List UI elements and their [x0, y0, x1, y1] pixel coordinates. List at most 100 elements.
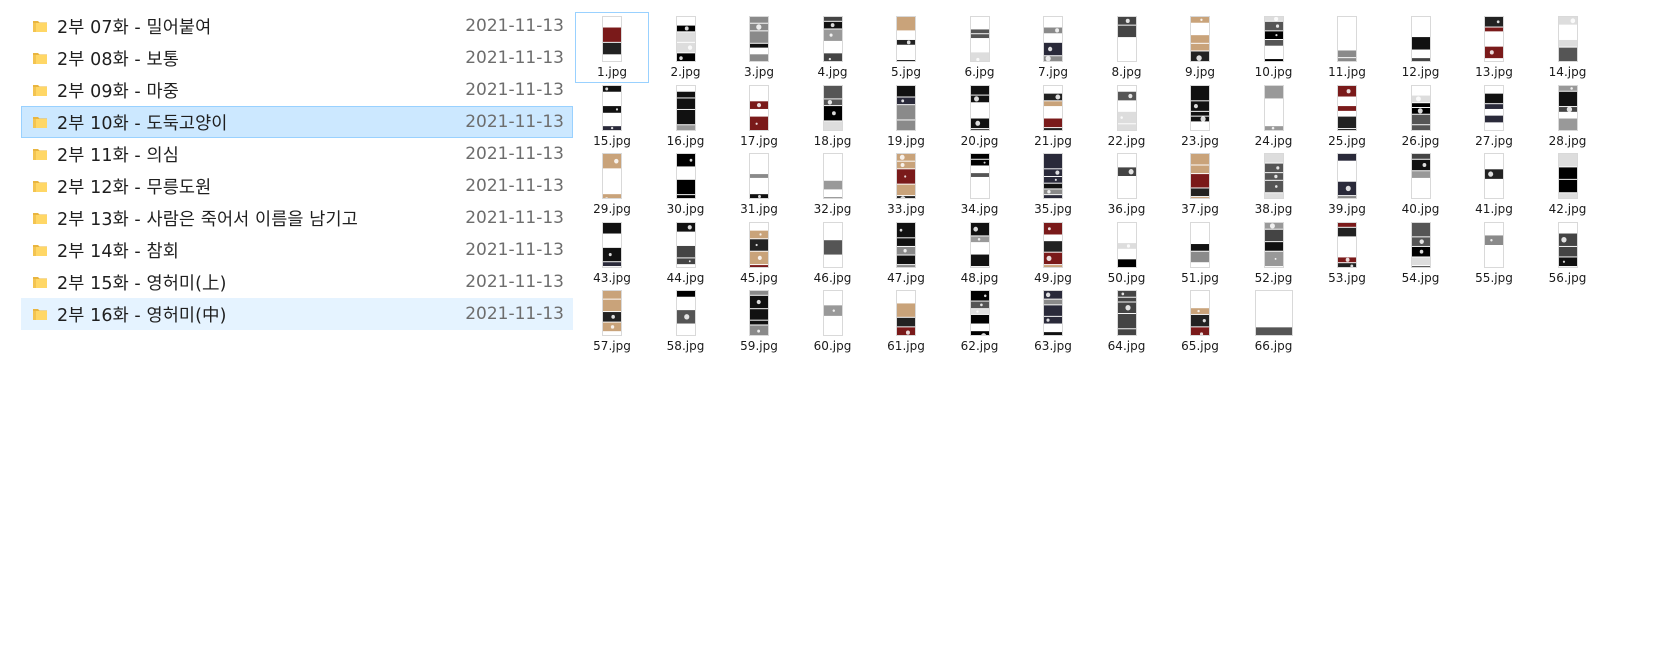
file-thumbnail-item[interactable]: 61.jpg	[869, 286, 943, 357]
file-thumbnail-item[interactable]: 1.jpg	[575, 12, 649, 83]
file-name-label: 17.jpg	[740, 133, 778, 148]
file-thumbnail-item[interactable]: 32.jpg	[796, 149, 870, 220]
folder-row[interactable]: 2부 13화 - 사람은 죽어서 이름을 남기고 2021-11-13	[21, 202, 573, 234]
file-thumbnail-item[interactable]: 41.jpg	[1457, 149, 1531, 220]
file-thumbnail-item[interactable]: 44.jpg	[649, 218, 723, 289]
file-thumbnail-item[interactable]: 17.jpg	[722, 81, 796, 152]
image-thumbnail	[602, 153, 622, 199]
file-thumbnail-item[interactable]: 11.jpg	[1310, 12, 1384, 83]
file-thumbnail-item[interactable]: 33.jpg	[869, 149, 943, 220]
file-thumbnail-item[interactable]: 52.jpg	[1237, 218, 1311, 289]
file-thumbnail-item[interactable]: 64.jpg	[1090, 286, 1164, 357]
file-thumbnail-item[interactable]: 13.jpg	[1457, 12, 1531, 83]
file-thumbnail-item[interactable]: 36.jpg	[1090, 149, 1164, 220]
file-explorer-window: 2부 07화 - 밀어붙여 2021-11-13 2부 08화 - 보통 2021-1…	[0, 0, 1672, 648]
file-name-label: 16.jpg	[666, 133, 705, 148]
file-thumbnail-item[interactable]: 62.jpg	[943, 286, 1017, 357]
file-thumbnail-item[interactable]: 25.jpg	[1310, 81, 1384, 152]
file-name-label: 27.jpg	[1475, 133, 1513, 148]
file-thumbnail-item[interactable]: 18.jpg	[796, 81, 870, 152]
file-thumbnail-item[interactable]: 31.jpg	[722, 149, 796, 220]
file-thumbnail-item[interactable]: 26.jpg	[1384, 81, 1458, 152]
file-thumbnail-item[interactable]: 19.jpg	[869, 81, 943, 152]
file-name-label: 65.jpg	[1181, 339, 1219, 353]
file-thumbnail-item[interactable]: 49.jpg	[1016, 218, 1090, 289]
folder-row[interactable]: 2부 09화 - 마중 2021-11-13	[21, 74, 573, 106]
file-thumbnail-item[interactable]: 42.jpg	[1531, 149, 1605, 220]
file-thumbnail-item[interactable]: 23.jpg	[1163, 81, 1237, 152]
file-thumbnail-item[interactable]: 3.jpg	[722, 12, 796, 83]
folder-row[interactable]: 2부 16화 - 영허미(中) 2021-11-13	[21, 298, 573, 330]
file-thumbnail-item[interactable]: 12.jpg	[1384, 12, 1458, 83]
image-thumbnail	[675, 16, 696, 62]
file-thumbnail-item[interactable]: 40.jpg	[1384, 149, 1458, 220]
file-thumbnail-item[interactable]: 46.jpg	[796, 218, 870, 289]
file-thumbnail-item[interactable]: 4.jpg	[796, 12, 870, 83]
file-name-label: 59.jpg	[740, 339, 778, 353]
file-name-label: 31.jpg	[740, 202, 778, 216]
folder-row[interactable]: 2부 14화 - 참회 2021-11-13	[21, 234, 573, 266]
folder-row[interactable]: 2부 12화 - 무릉도원 2021-11-13	[21, 170, 573, 202]
file-thumbnail-item[interactable]: 57.jpg	[575, 286, 649, 357]
file-thumbnail-item[interactable]: 48.jpg	[943, 218, 1017, 289]
file-name-label: 56.jpg	[1548, 270, 1587, 285]
file-thumbnail-item[interactable]: 29.jpg	[575, 149, 649, 220]
file-name-label: 45.jpg	[740, 270, 778, 285]
file-thumbnail-item[interactable]: 60.jpg	[796, 286, 870, 357]
image-thumbnail	[1484, 153, 1504, 199]
file-thumbnail-item[interactable]: 54.jpg	[1384, 218, 1458, 289]
folder-row[interactable]: 2부 07화 - 밀어붙여 2021-11-13	[21, 10, 573, 42]
file-thumbnail-item[interactable]: 50.jpg	[1090, 218, 1164, 289]
file-name-label: 57.jpg	[593, 339, 631, 353]
file-thumbnail-item[interactable]: 51.jpg	[1163, 218, 1237, 289]
file-thumbnail-item[interactable]: 24.jpg	[1237, 81, 1311, 152]
file-name-label: 25.jpg	[1328, 133, 1366, 148]
image-thumbnail	[969, 16, 990, 62]
image-thumbnail	[749, 153, 769, 199]
file-thumbnail-item[interactable]: 45.jpg	[722, 218, 796, 289]
file-thumbnail-item[interactable]: 47.jpg	[869, 218, 943, 289]
file-thumbnail-item[interactable]: 55.jpg	[1457, 218, 1531, 289]
file-thumbnail-item[interactable]: 39.jpg	[1310, 149, 1384, 220]
file-thumbnail-item[interactable]: 35.jpg	[1016, 149, 1090, 220]
image-thumbnail	[1043, 84, 1063, 131]
image-thumbnail	[822, 221, 843, 268]
file-thumbnail-item[interactable]: 34.jpg	[943, 149, 1017, 220]
file-thumbnail-item[interactable]: 27.jpg	[1457, 81, 1531, 152]
file-thumbnail-item[interactable]: 53.jpg	[1310, 218, 1384, 289]
folder-row[interactable]: 2부 11화 - 의심 2021-11-13	[21, 138, 573, 170]
file-thumbnail-item[interactable]: 63.jpg	[1016, 286, 1090, 357]
file-thumbnail-item[interactable]: 2.jpg	[649, 12, 723, 83]
file-thumbnail-item[interactable]: 8.jpg	[1090, 12, 1164, 83]
file-name-label: 10.jpg	[1254, 65, 1293, 79]
folder-date-modified: 2021-11-13	[465, 208, 564, 228]
folder-row[interactable]: 2부 15화 - 영허미(上) 2021-11-13	[21, 266, 573, 298]
file-thumbnail-item[interactable]: 43.jpg	[575, 218, 649, 289]
file-name-label: 12.jpg	[1401, 65, 1440, 79]
folder-icon	[32, 178, 48, 194]
file-thumbnail-item[interactable]: 6.jpg	[943, 12, 1017, 83]
file-thumbnail-item[interactable]: 30.jpg	[649, 149, 723, 220]
folder-row[interactable]: 2부 08화 - 보통 2021-11-13	[21, 42, 573, 74]
folder-row[interactable]: 2부 10화 - 도둑고양이 2021-11-13	[21, 106, 573, 138]
file-thumbnail-item[interactable]: 37.jpg	[1163, 149, 1237, 220]
file-thumbnail-item[interactable]: 21.jpg	[1016, 81, 1090, 152]
file-thumbnail-item[interactable]: 38.jpg	[1237, 149, 1311, 220]
file-thumbnail-item[interactable]: 59.jpg	[722, 286, 796, 357]
file-thumbnail-item[interactable]: 65.jpg	[1163, 286, 1237, 357]
file-thumbnail-item[interactable]: 20.jpg	[943, 81, 1017, 152]
file-thumbnail-item[interactable]: 16.jpg	[649, 81, 723, 152]
file-thumbnail-item[interactable]: 66.jpg	[1237, 286, 1311, 357]
file-thumbnail-item[interactable]: 10.jpg	[1237, 12, 1311, 83]
folder-date-modified: 2021-11-13	[465, 304, 564, 324]
file-thumbnail-item[interactable]: 14.jpg	[1531, 12, 1605, 83]
file-thumbnail-item[interactable]: 58.jpg	[649, 286, 723, 357]
file-thumbnail-item[interactable]: 56.jpg	[1531, 218, 1605, 289]
image-thumbnail	[602, 221, 622, 268]
file-thumbnail-item[interactable]: 9.jpg	[1163, 12, 1237, 83]
file-thumbnail-item[interactable]: 15.jpg	[575, 81, 649, 152]
file-thumbnail-item[interactable]: 5.jpg	[869, 12, 943, 83]
file-thumbnail-item[interactable]: 28.jpg	[1531, 81, 1605, 152]
file-thumbnail-item[interactable]: 22.jpg	[1090, 81, 1164, 152]
file-thumbnail-item[interactable]: 7.jpg	[1016, 12, 1090, 83]
